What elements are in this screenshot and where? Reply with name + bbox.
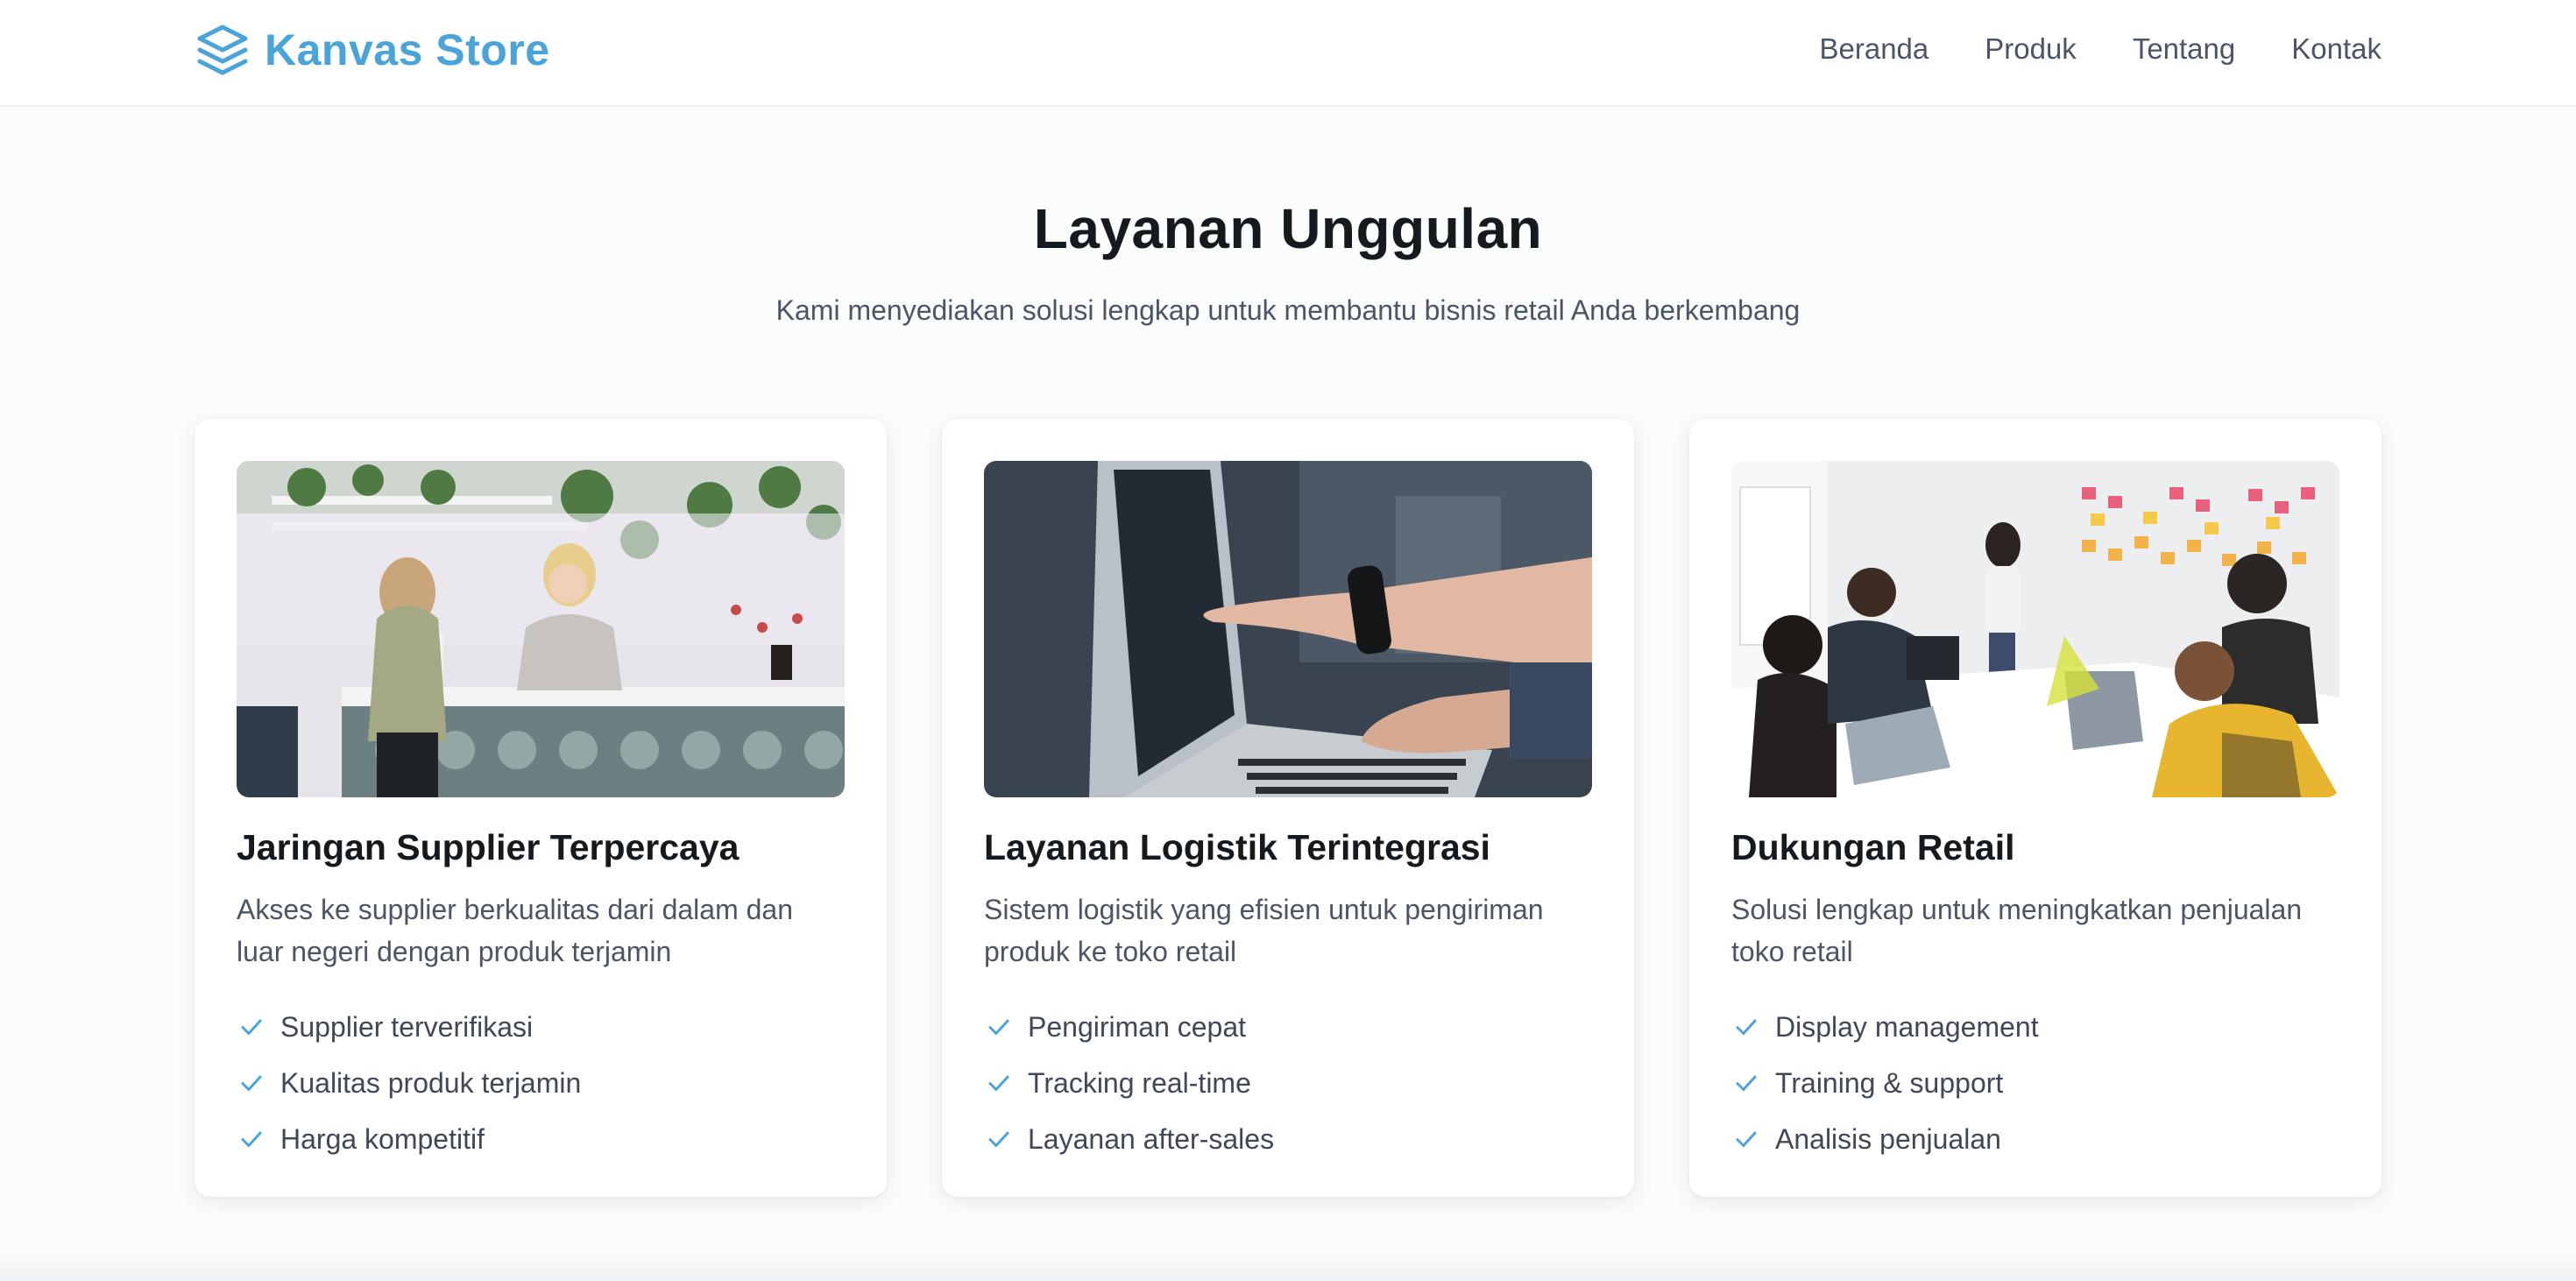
check-icon — [988, 1131, 1009, 1147]
check-icon — [1736, 1019, 1757, 1035]
feature-label: Training & support — [1775, 1066, 2004, 1099]
feature-item: Harga kompetitif — [237, 1111, 845, 1167]
top-navbar: Kanvas Store Beranda Produk Tentang Kont… — [0, 0, 2576, 107]
check-icon — [988, 1019, 1009, 1035]
brand-logo[interactable]: Kanvas Store — [195, 19, 550, 81]
page-bottom-edge — [0, 1249, 2576, 1281]
nav-link-tentang[interactable]: Tentang — [2133, 26, 2235, 72]
check-icon — [988, 1075, 1009, 1091]
feature-item: Training & support — [1731, 1055, 2339, 1111]
check-icon — [241, 1019, 262, 1035]
check-icon — [1736, 1075, 1757, 1091]
nav-link-kontak[interactable]: Kontak — [2291, 26, 2381, 72]
feature-label: Pengiriman cepat — [1028, 1010, 1247, 1043]
card-description: Solusi lengkap untuk meningkatkan penjua… — [1731, 894, 2303, 967]
feature-item: Analisis penjualan — [1731, 1111, 2339, 1167]
feature-list: Supplier terverifikasi Kualitas produk t… — [237, 999, 845, 1167]
nav-link-produk[interactable]: Produk — [1985, 26, 2077, 72]
layers-icon — [197, 25, 248, 75]
card-title: Dukungan Retail — [1731, 827, 2015, 867]
service-card-logistics: Layanan Logistik Terintegrasi Sistem log… — [942, 419, 1634, 1197]
card-title: Layanan Logistik Terintegrasi — [984, 827, 1490, 867]
check-icon — [241, 1075, 262, 1091]
feature-label: Kualitas produk terjamin — [280, 1066, 582, 1099]
main-nav: Beranda Produk Tentang Kontak — [1819, 26, 2381, 72]
feature-label: Analisis penjualan — [1775, 1122, 2001, 1155]
feature-label: Layanan after-sales — [1028, 1122, 1275, 1155]
feature-item: Kualitas produk terjamin — [237, 1055, 845, 1111]
nav-link-beranda[interactable]: Beranda — [1819, 26, 1928, 72]
card-description: Sistem logistik yang efisien untuk pengi… — [984, 894, 1544, 967]
feature-item: Supplier terverifikasi — [237, 999, 845, 1055]
laptop-pointing-photo — [984, 461, 1592, 797]
section-subtitle: Kami menyediakan solusi lengkap untuk me… — [775, 294, 1801, 326]
feature-item: Display management — [1731, 999, 2339, 1055]
service-card-retail-support: Dukungan Retail Solusi lengkap untuk men… — [1689, 419, 2381, 1197]
feature-list: Display management Training & support An… — [1731, 999, 2339, 1167]
card-title: Jaringan Supplier Terpercaya — [237, 827, 740, 867]
check-icon — [1736, 1131, 1757, 1147]
feature-item: Layanan after-sales — [984, 1111, 1592, 1167]
feature-label: Tracking real-time — [1028, 1066, 1251, 1099]
feature-item: Tracking real-time — [984, 1055, 1592, 1111]
section-title: Layanan Unggulan — [1033, 197, 1543, 260]
brand-name: Kanvas Store — [265, 25, 550, 74]
check-icon — [241, 1131, 262, 1147]
retail-counter-photo — [237, 461, 845, 797]
card-description: Akses ke supplier berkualitas dari dalam… — [237, 894, 793, 967]
feature-list: Pengiriman cepat Tracking real-time Laya… — [984, 999, 1592, 1167]
feature-item: Pengiriman cepat — [984, 999, 1592, 1055]
feature-label: Harga kompetitif — [280, 1122, 485, 1155]
team-meeting-photo — [1731, 461, 2339, 797]
service-card-supplier: Jaringan Supplier Terpercaya Akses ke su… — [195, 419, 887, 1197]
feature-label: Display management — [1775, 1010, 2039, 1043]
feature-label: Supplier terverifikasi — [280, 1010, 534, 1043]
